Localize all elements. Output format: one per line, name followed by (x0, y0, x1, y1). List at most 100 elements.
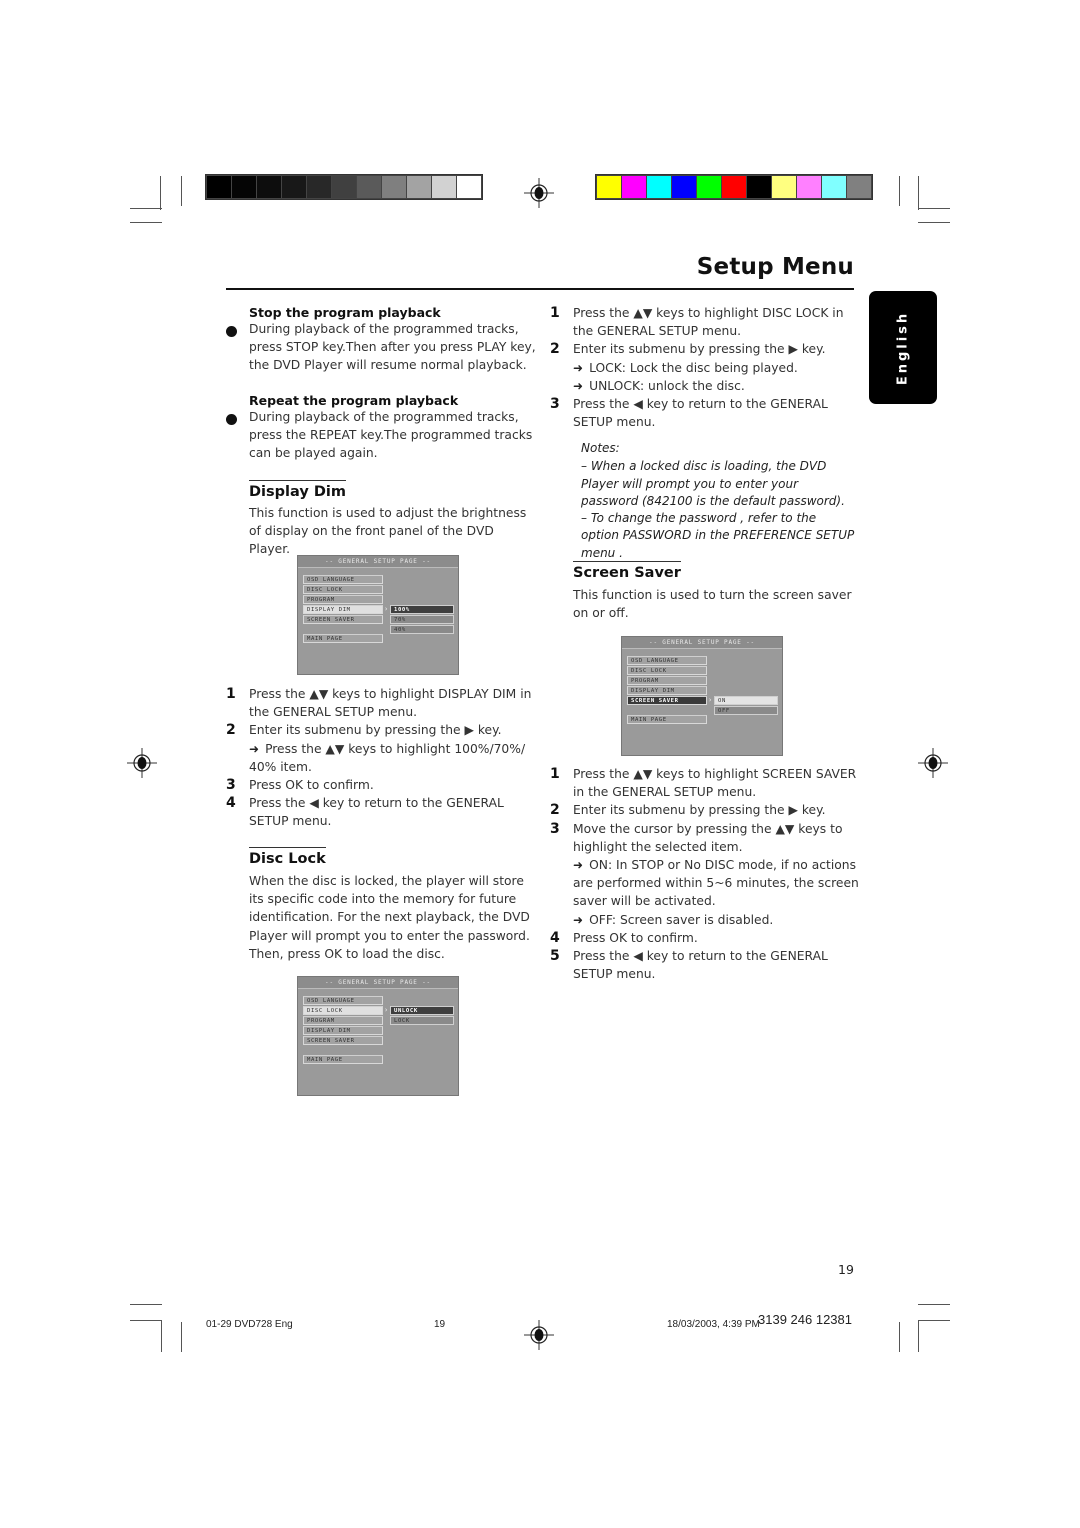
registration-target-icon (524, 1320, 554, 1350)
stop-program-section: Stop the program playback During playbac… (249, 305, 539, 375)
grayscale-calibration-bar (205, 174, 483, 200)
arrow-icon: ➜ (573, 912, 584, 927)
step-number: 4 (550, 929, 560, 946)
step: 2 Enter its submenu by pressing the ▶ key… (550, 340, 860, 358)
result-line: ➜ Press the ▲▼ keys to highlight 100%/70%… (226, 740, 536, 776)
osd-item: PROGRAM (303, 595, 383, 604)
notes-block: Notes: – When a locked disc is loading, … (581, 440, 856, 562)
step: 1 Press the ▲▼ keys to highlight DISC LOC… (550, 304, 860, 340)
screen-saver-steps: 1 Press the ▲▼ keys to highlight SCREEN S… (550, 765, 862, 983)
color-swatch (207, 176, 231, 198)
osd-item: MAIN PAGE (303, 634, 383, 643)
color-swatch (747, 176, 771, 198)
step-number: 1 (550, 305, 560, 321)
arrow-icon: ➜ (573, 858, 584, 873)
repeat-program-text: During playback of the programmed tracks… (249, 410, 533, 461)
display-dim-intro: This function is used to adjust the brig… (249, 506, 527, 557)
osd-caret-icon: › (384, 1006, 389, 1014)
color-swatch (432, 176, 456, 198)
color-swatch (382, 176, 406, 198)
color-swatch (232, 176, 256, 198)
step-number: 5 (550, 948, 560, 965)
color-swatch (357, 176, 381, 198)
step: 1 Press the ▲▼ keys to highlight SCREEN S… (550, 765, 862, 801)
osd-caret-icon: › (708, 696, 713, 704)
step: 3 Press the ◀ key to return to the GENERA… (550, 395, 860, 431)
crop-mark (181, 1322, 182, 1352)
step-number: 2 (550, 341, 560, 358)
crop-mark (160, 176, 161, 210)
step-text: Press OK to confirm. (573, 930, 698, 945)
crop-mark (918, 1320, 950, 1321)
display-dim-steps: 1 Press the ▲▼ keys to highlight DISPLAY … (226, 685, 536, 831)
step: 3 Move the cursor by pressing the ▲▼ keys… (550, 820, 862, 856)
osd-item: OSD LANGUAGE (303, 996, 383, 1005)
result-text: LOCK: Lock the disc being played. (589, 360, 798, 375)
registration-target-icon (524, 178, 554, 208)
osd-item: DISPLAY DIM (627, 686, 707, 695)
color-swatch (257, 176, 281, 198)
osd-disc-lock-screenshot: -- GENERAL SETUP PAGE -- OSD LANGUAGE DI… (297, 976, 459, 1096)
crop-mark (918, 208, 950, 209)
step-number: 2 (226, 722, 236, 739)
osd-screen-saver-screenshot: -- GENERAL SETUP PAGE -- OSD LANGUAGE DI… (621, 636, 783, 756)
step-text: Enter its submenu by pressing the ▶ key. (573, 342, 826, 357)
page-number: 19 (838, 1262, 854, 1277)
crop-mark (181, 176, 182, 206)
crop-mark (918, 222, 950, 223)
osd-item-highlighted: SCREEN SAVER (627, 696, 707, 705)
footer-timestamp: 18/03/2003, 4:39 PM (667, 1319, 760, 1330)
osd-option: 40% (390, 625, 454, 634)
color-swatch (822, 176, 846, 198)
registration-target-icon (918, 748, 948, 778)
arrow-icon: ➜ (573, 378, 584, 393)
language-tab-label: English (895, 310, 911, 385)
bullet-icon (226, 326, 237, 337)
osd-item: OSD LANGUAGE (303, 575, 383, 584)
result-text: Press the ▲▼ keys to highlight 100%/70%/… (249, 741, 526, 774)
osd-display-dim-screenshot: -- GENERAL SETUP PAGE -- OSD LANGUAGE DI… (297, 555, 459, 675)
disc-lock-steps: 1 Press the ▲▼ keys to highlight DISC LOC… (550, 304, 860, 431)
step: 3 Press OK to confirm. (226, 776, 536, 794)
step-text: Press the ◀ key to return to the GENERAL… (573, 949, 828, 982)
display-dim-heading: Display Dim (249, 480, 346, 500)
step-number: 3 (226, 777, 236, 794)
color-swatch (647, 176, 671, 198)
repeat-program-heading: Repeat the program playback (249, 393, 459, 408)
osd-item: OSD LANGUAGE (627, 656, 707, 665)
color-swatch (672, 176, 696, 198)
step-text: Press the ◀ key to return to the GENERAL… (573, 397, 828, 430)
osd-item-highlighted: DISC LOCK (303, 1006, 383, 1015)
step: 2 Enter its submenu by pressing the ▶ key… (550, 801, 862, 819)
osd-item-highlighted: DISPLAY DIM (303, 605, 383, 614)
result-text: UNLOCK: unlock the disc. (589, 378, 745, 393)
color-swatch (407, 176, 431, 198)
crop-mark (918, 1320, 919, 1352)
color-calibration-bar (595, 174, 873, 200)
osd-title: -- GENERAL SETUP PAGE -- (622, 637, 782, 649)
color-swatch (622, 176, 646, 198)
result-line: ➜ OFF: Screen saver is disabled. (550, 911, 862, 929)
color-swatch (307, 176, 331, 198)
crop-mark (130, 1304, 162, 1305)
arrow-icon: ➜ (249, 741, 260, 756)
step: 4 Press the ◀ key to return to the GENERA… (226, 794, 536, 830)
bullet-icon (226, 414, 237, 425)
osd-option-selected: UNLOCK (390, 1006, 454, 1015)
page-title: Setup Menu (696, 254, 854, 280)
color-swatch (597, 176, 621, 198)
osd-item: SCREEN SAVER (303, 615, 383, 624)
step-text: Press the ▲▼ keys to highlight DISC LOCK… (573, 306, 844, 339)
disc-lock-heading: Disc Lock (249, 847, 326, 867)
screen-saver-intro: This function is used to turn the screen… (573, 588, 852, 621)
osd-title: -- GENERAL SETUP PAGE -- (298, 977, 458, 989)
result-text: ON: In STOP or No DISC mode, if no actio… (573, 858, 859, 909)
osd-item: PROGRAM (627, 676, 707, 685)
color-swatch (697, 176, 721, 198)
disc-lock-intro: When the disc is locked, the player will… (249, 874, 530, 961)
step: 4 Press OK to confirm. (550, 929, 862, 947)
arrow-icon: ➜ (573, 360, 584, 375)
stop-program-heading: Stop the program playback (249, 305, 441, 320)
step: 2 Enter its submenu by pressing the ▶ key… (226, 721, 536, 739)
step-text: Enter its submenu by pressing the ▶ key. (573, 803, 826, 818)
